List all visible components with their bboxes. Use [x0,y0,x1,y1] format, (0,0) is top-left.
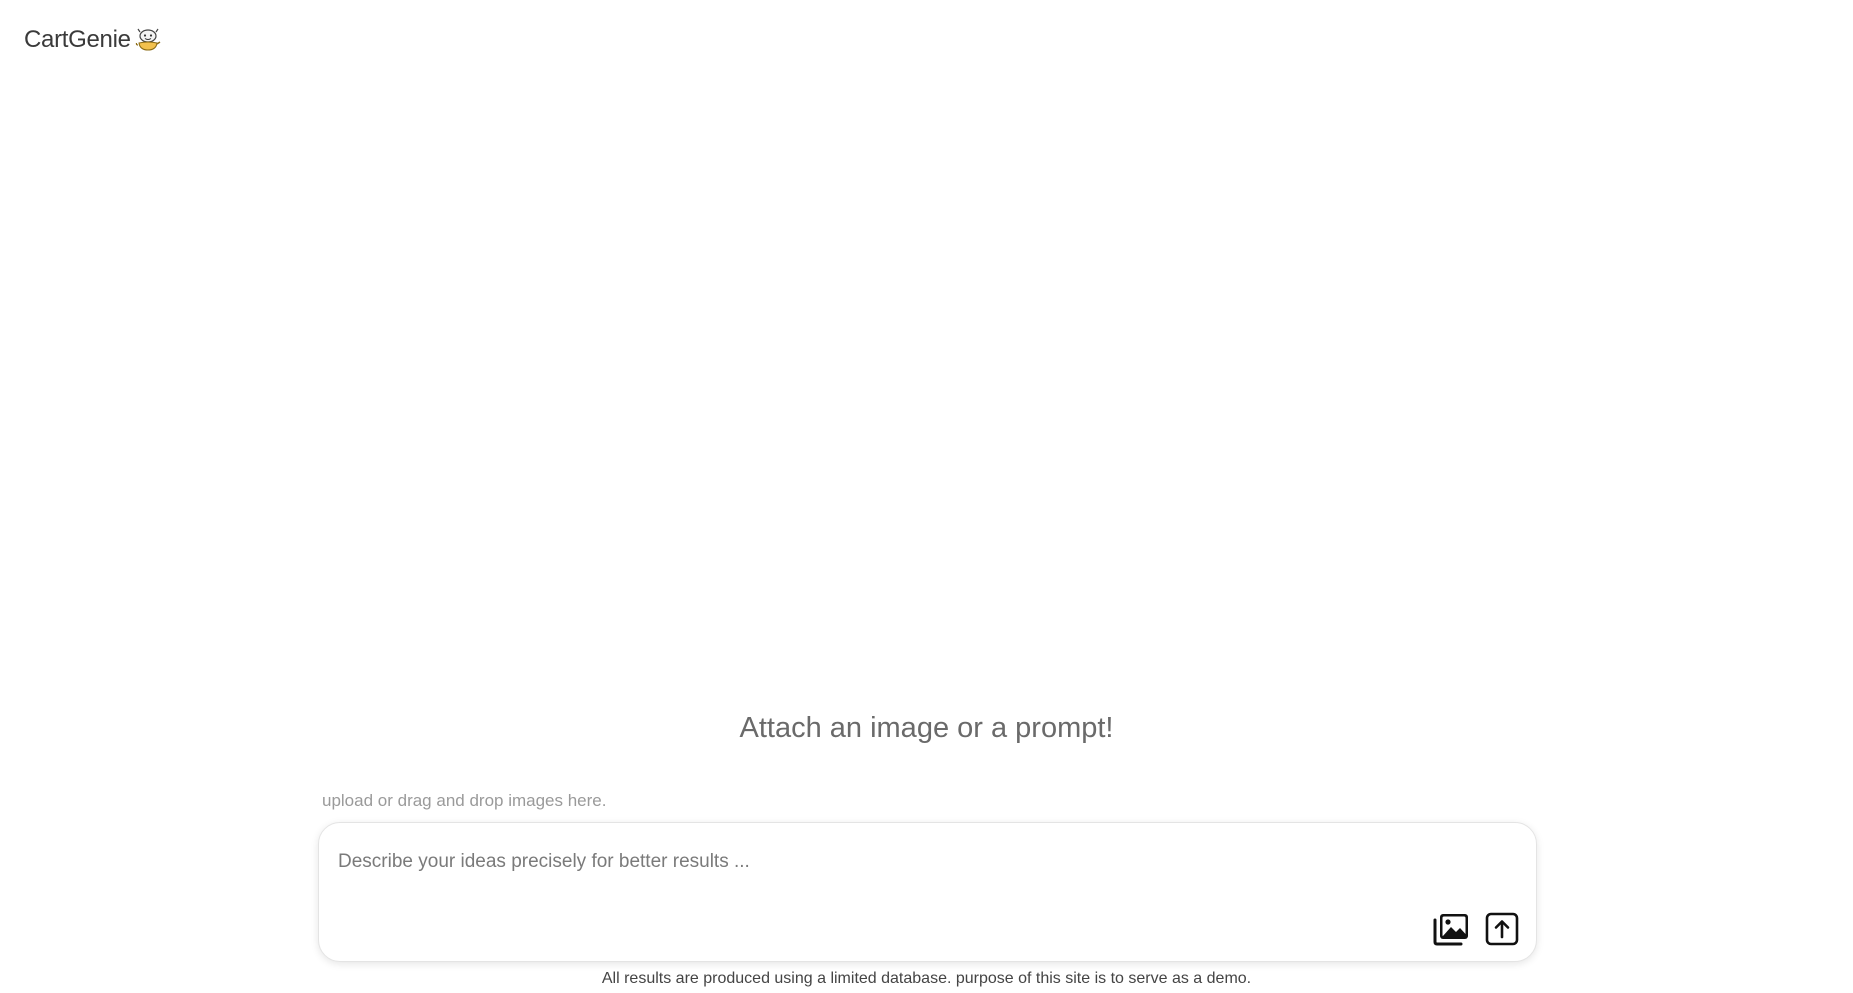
disclaimer: All results are produced using a limited… [601,970,1252,987]
page: CartGenie Attach an image or a prompt! u… [0,0,1853,993]
attach-image-button[interactable] [1431,909,1471,949]
upload-hint[interactable]: upload or drag and drop images here. [322,791,606,811]
brand-name: CartGenie [24,26,131,53]
send-button[interactable] [1482,909,1522,949]
prompt-input[interactable] [336,841,1490,883]
upload-arrow-icon [1485,912,1519,946]
brand[interactable]: CartGenie [24,26,161,54]
image-gallery-icon [1433,914,1468,946]
genie-lamp-icon [135,28,161,51]
page-title: Attach an image or a prompt! [739,712,1114,744]
prompt-box [318,822,1537,962]
